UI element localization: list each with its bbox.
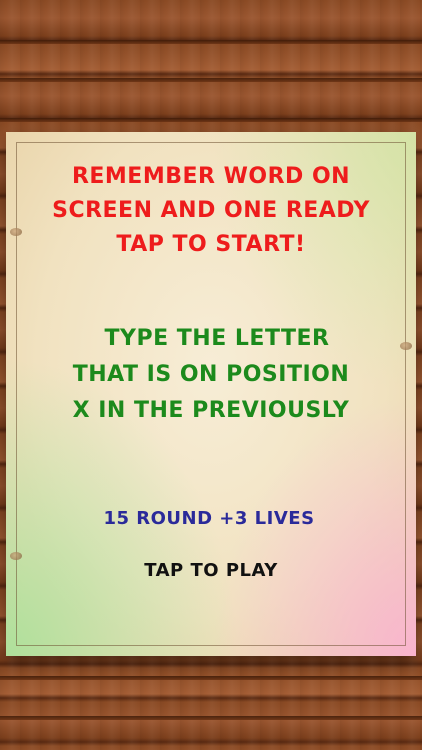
pin-icon [10,552,22,560]
plank-divider [0,676,422,680]
plank-divider [0,40,422,44]
plank-divider [0,118,422,122]
rule-line-2: THAT IS ON POSITION [72,362,350,387]
plank-divider [0,716,422,720]
rule-line-1: TYPE THE LETTER [104,326,330,351]
rounds-lives-text: 15 ROUND +3 LIVES [103,508,315,529]
instruction-line-1: REMEMBER WORD ON [71,164,351,189]
tap-to-play-button[interactable]: TAP TO PLAY [0,560,422,581]
rule-line-3: X IN THE PREVIOUSLY [72,398,350,423]
instruction-line-2: SCREEN AND ONE READY [52,198,370,223]
plank-divider [0,78,422,82]
instruction-line-3: TAP TO START! [116,232,306,257]
